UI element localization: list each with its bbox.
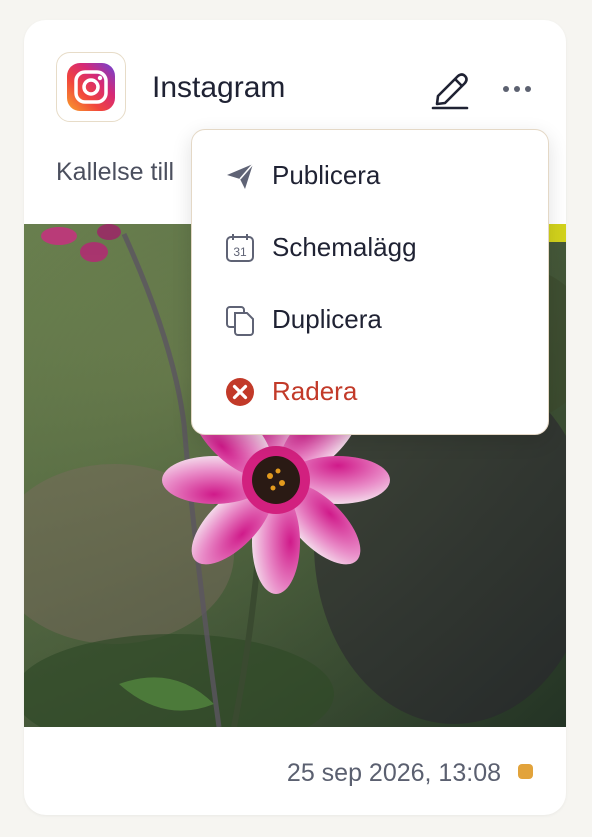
menu-item-label: Schemalägg	[272, 232, 417, 262]
send-icon	[227, 163, 254, 189]
pencil-icon	[431, 73, 469, 110]
svg-text:31: 31	[233, 245, 247, 259]
delete-icon	[226, 378, 254, 406]
more-dots-icon	[503, 86, 509, 92]
instagram-icon	[56, 52, 126, 122]
duplicate-icon	[226, 306, 254, 336]
post-timestamp: 25 sep 2026, 13:08	[286, 759, 501, 787]
more-dot	[525, 86, 531, 92]
menu-item-label: Duplicera	[272, 304, 382, 334]
menu-item-publicera[interactable]: Publicera	[192, 144, 547, 208]
platform-name: Instagram	[152, 71, 286, 104]
menu-item-label: Radera	[272, 376, 358, 406]
post-caption: Kallelse till	[56, 158, 175, 186]
edit-button[interactable]	[427, 66, 473, 110]
post-options-menu: Publicera 31 Schemalägg Duplicera Radera	[191, 129, 549, 435]
status-indicator	[518, 764, 533, 779]
more-options-button[interactable]	[496, 72, 538, 106]
calendar-icon: 31	[226, 234, 254, 262]
more-dot	[514, 86, 520, 92]
menu-item-schemalagg[interactable]: 31 Schemalägg	[192, 216, 547, 280]
menu-item-duplicera[interactable]: Duplicera	[192, 288, 547, 352]
menu-item-radera[interactable]: Radera	[192, 360, 547, 424]
menu-item-label: Publicera	[272, 160, 381, 190]
